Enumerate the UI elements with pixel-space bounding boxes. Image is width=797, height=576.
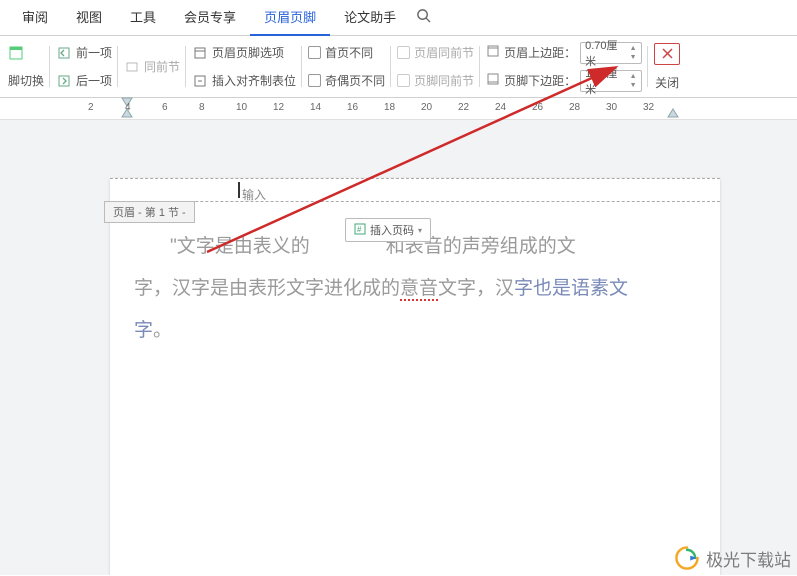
insert-page-number-label: 插入页码 bbox=[370, 222, 414, 238]
ftr-margin-value: 1.75厘米 bbox=[585, 65, 623, 97]
text-fragment: 字，汉字是由表形文字进化成的 bbox=[134, 278, 400, 299]
hf-options-label: 页眉页脚选项 bbox=[212, 44, 284, 61]
ruler-number: 4 bbox=[125, 102, 162, 118]
close-button[interactable] bbox=[654, 43, 680, 65]
header-top-margin: 页眉上边距： 0.70厘米▲▼ bbox=[486, 42, 642, 64]
prev-item[interactable]: 前一项 bbox=[56, 42, 112, 64]
first-diff-label: 首页不同 bbox=[325, 44, 373, 61]
ruler-number: 8 bbox=[199, 102, 236, 118]
watermark-text: 极光下载站 bbox=[706, 546, 791, 571]
ruler-number: 6 bbox=[162, 102, 199, 118]
hdr-margin-label: 页眉上边距： bbox=[504, 44, 576, 61]
page: 输入 页眉 - 第 1 节 - # 插入页码 ▾ "文字是由表义的家形符号和表音… bbox=[110, 178, 720, 575]
dropdown-icon: ▾ bbox=[418, 226, 422, 235]
ribbon: 脚切换 前一项 后一项 同前节 页眉页脚选项 插入对齐制表位 首页不同 奇偶页不… bbox=[0, 36, 797, 98]
footer-bottom-margin: 页脚下边距： 1.75厘米▲▼ bbox=[486, 70, 642, 92]
checkbox-icon bbox=[397, 74, 410, 87]
checkbox-icon[interactable] bbox=[308, 74, 321, 87]
checkbox-icon[interactable] bbox=[308, 46, 321, 59]
footer-same-section: 页脚同前节 bbox=[397, 70, 474, 92]
ruler-number: 12 bbox=[273, 102, 310, 118]
ftr-margin-label: 页脚下边距： bbox=[504, 72, 576, 89]
tab-tools[interactable]: 工具 bbox=[116, 0, 170, 36]
checkbox-icon bbox=[397, 46, 410, 59]
ruler-number: 30 bbox=[606, 102, 643, 118]
ruler-number: 22 bbox=[458, 102, 495, 118]
spin-up-icon[interactable]: ▲ bbox=[626, 44, 640, 53]
margin-top-icon bbox=[486, 44, 500, 61]
ruler-number: 2 bbox=[88, 102, 125, 118]
ruler-number: 28 bbox=[569, 102, 606, 118]
tab-bar: 审阅 视图 工具 会员专享 页眉页脚 论文助手 bbox=[0, 0, 797, 36]
header-section-tag: 页眉 - 第 1 节 - bbox=[104, 201, 195, 223]
text-link[interactable]: 字 bbox=[134, 320, 153, 341]
ruler-number: 14 bbox=[310, 102, 347, 118]
first-page-different[interactable]: 首页不同 bbox=[308, 42, 385, 64]
watermark-logo-icon bbox=[674, 545, 700, 571]
insert-page-number-button[interactable]: # 插入页码 ▾ bbox=[345, 218, 431, 242]
ruler-number: 32 bbox=[643, 102, 680, 118]
same-prev-label: 同前节 bbox=[144, 58, 180, 75]
horizontal-ruler[interactable]: 2468101214161820222426283032 bbox=[0, 98, 797, 120]
tab-member[interactable]: 会员专享 bbox=[170, 0, 250, 36]
ruler-number: 16 bbox=[347, 102, 384, 118]
tab-review[interactable]: 审阅 bbox=[8, 0, 62, 36]
header-footer-switch[interactable] bbox=[8, 42, 44, 64]
text-fragment: 文字，汉 bbox=[438, 278, 514, 299]
header-footer-options[interactable]: 页眉页脚选项 bbox=[192, 42, 296, 64]
text-link[interactable]: 字也是语素文 bbox=[514, 278, 628, 299]
ruler-scale: 2468101214161820222426283032 bbox=[88, 102, 777, 118]
header-edit-zone[interactable]: 输入 页眉 - 第 1 节 - bbox=[110, 178, 720, 202]
ruler-number: 10 bbox=[236, 102, 273, 118]
switch-label: 脚切换 bbox=[8, 70, 44, 92]
text-fragment: 。 bbox=[153, 320, 172, 341]
next-item[interactable]: 后一项 bbox=[56, 70, 112, 92]
insert-tab-label: 插入对齐制表位 bbox=[212, 72, 296, 89]
close-label: 关闭 bbox=[655, 74, 679, 91]
search-icon[interactable] bbox=[416, 8, 431, 27]
ruler-number: 20 bbox=[421, 102, 458, 118]
ftr-same-label: 页脚同前节 bbox=[414, 72, 474, 89]
next-label: 后一项 bbox=[76, 72, 112, 89]
spin-up-icon[interactable]: ▲ bbox=[626, 72, 640, 81]
tab-view[interactable]: 视图 bbox=[62, 0, 116, 36]
watermark: 极光下载站 bbox=[674, 545, 791, 571]
ruler-number: 26 bbox=[532, 102, 569, 118]
odd-even-label: 奇偶页不同 bbox=[325, 72, 385, 89]
text-underlined: 意音 bbox=[400, 278, 438, 301]
svg-text:#: # bbox=[357, 225, 362, 234]
hdr-margin-input[interactable]: 0.70厘米▲▼ bbox=[580, 42, 642, 64]
header-same-section: 页眉同前节 bbox=[397, 42, 474, 64]
ftr-margin-input[interactable]: 1.75厘米▲▼ bbox=[580, 70, 642, 92]
hdr-same-label: 页眉同前节 bbox=[414, 44, 474, 61]
ruler-number: 24 bbox=[495, 102, 532, 118]
odd-even-different[interactable]: 奇偶页不同 bbox=[308, 70, 385, 92]
page-number-icon: # bbox=[354, 223, 366, 238]
prev-label: 前一项 bbox=[76, 44, 112, 61]
ruler-number: 18 bbox=[384, 102, 421, 118]
same-as-prev: 同前节 bbox=[124, 56, 180, 78]
spin-down-icon[interactable]: ▼ bbox=[626, 81, 640, 90]
document-canvas: 输入 页眉 - 第 1 节 - # 插入页码 ▾ "文字是由表义的家形符号和表音… bbox=[0, 120, 797, 575]
tab-thesis[interactable]: 论文助手 bbox=[330, 0, 410, 36]
header-input-hint: 输入 bbox=[242, 186, 266, 203]
spin-down-icon[interactable]: ▼ bbox=[626, 53, 640, 62]
margin-bottom-icon bbox=[486, 72, 500, 89]
text-fragment: "文字是由表义的 bbox=[170, 236, 310, 257]
tab-header-footer[interactable]: 页眉页脚 bbox=[250, 0, 330, 36]
insert-tab-stop[interactable]: 插入对齐制表位 bbox=[192, 70, 296, 92]
text-cursor bbox=[238, 182, 240, 198]
